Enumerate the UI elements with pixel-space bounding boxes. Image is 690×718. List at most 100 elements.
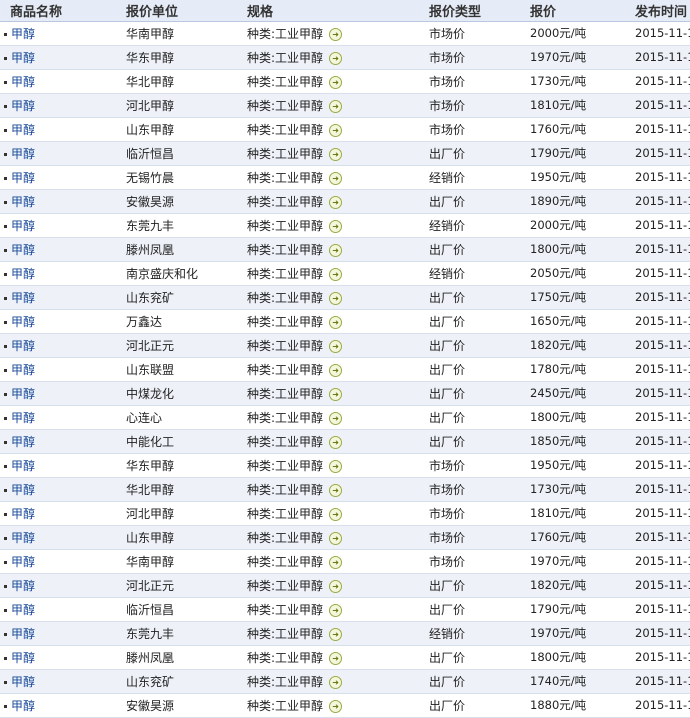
product-link[interactable]: 甲醇 bbox=[11, 483, 35, 497]
product-link[interactable]: 甲醇 bbox=[11, 651, 35, 665]
product-cell: 甲醇 bbox=[0, 381, 118, 406]
price-cell: 1730元/吨 bbox=[525, 69, 631, 94]
header-type: 报价类型 bbox=[419, 0, 525, 22]
product-link[interactable]: 甲醇 bbox=[11, 123, 35, 137]
spec-cell: 种类:工业甲醇 ➜ bbox=[241, 669, 419, 694]
price-cell: 1780元/吨 bbox=[525, 357, 631, 382]
product-link[interactable]: 甲醇 bbox=[11, 555, 35, 569]
spec-cell: 种类:工业甲醇 ➜ bbox=[241, 477, 419, 502]
arrow-right-icon[interactable]: ➜ bbox=[329, 75, 343, 89]
product-link[interactable]: 甲醇 bbox=[11, 315, 35, 329]
product-link[interactable]: 甲醇 bbox=[11, 459, 35, 473]
spec-text: 种类:工业甲醇 bbox=[247, 98, 324, 113]
product-link[interactable]: 甲醇 bbox=[11, 51, 35, 65]
arrow-right-icon[interactable]: ➜ bbox=[329, 363, 343, 377]
product-link[interactable]: 甲醇 bbox=[11, 291, 35, 305]
arrow-right-icon[interactable]: ➜ bbox=[329, 531, 343, 545]
type-cell: 出厂价 bbox=[419, 285, 525, 310]
arrow-right-icon[interactable]: ➜ bbox=[329, 627, 343, 641]
arrow-right-icon[interactable]: ➜ bbox=[329, 27, 343, 41]
product-cell: 甲醇 bbox=[0, 261, 118, 286]
spec-text: 种类:工业甲醇 bbox=[247, 458, 324, 473]
date-cell: 2015-11-12 bbox=[631, 525, 690, 550]
product-link[interactable]: 甲醇 bbox=[11, 147, 35, 161]
type-cell: 出厂价 bbox=[419, 333, 525, 358]
arrow-right-icon[interactable]: ➜ bbox=[329, 195, 343, 209]
arrow-right-icon[interactable]: ➜ bbox=[329, 315, 343, 329]
arrow-right-icon[interactable]: ➜ bbox=[329, 507, 343, 521]
arrow-right-icon[interactable]: ➜ bbox=[329, 51, 343, 65]
bullet-icon bbox=[4, 272, 7, 276]
arrow-right-icon[interactable]: ➜ bbox=[329, 219, 343, 233]
product-link[interactable]: 甲醇 bbox=[11, 411, 35, 425]
arrow-right-icon[interactable]: ➜ bbox=[329, 651, 343, 665]
product-cell: 甲醇 bbox=[0, 549, 118, 574]
unit-cell: 华东甲醇 bbox=[118, 453, 241, 478]
arrow-right-icon[interactable]: ➜ bbox=[329, 387, 343, 401]
date-cell: 2015-11-13 bbox=[631, 93, 690, 118]
arrow-right-icon[interactable]: ➜ bbox=[329, 267, 343, 281]
unit-cell: 东莞九丰 bbox=[118, 621, 241, 646]
type-cell: 经销价 bbox=[419, 621, 525, 646]
product-link[interactable]: 甲醇 bbox=[11, 363, 35, 377]
unit-cell: 心连心 bbox=[118, 405, 241, 430]
product-link[interactable]: 甲醇 bbox=[11, 195, 35, 209]
arrow-right-icon[interactable]: ➜ bbox=[329, 603, 343, 617]
unit-cell: 南京盛庆和化 bbox=[118, 261, 241, 286]
product-link[interactable]: 甲醇 bbox=[11, 219, 35, 233]
spec-text: 种类:工业甲醇 bbox=[247, 506, 324, 521]
arrow-right-icon[interactable]: ➜ bbox=[329, 147, 343, 161]
arrow-right-icon[interactable]: ➜ bbox=[329, 339, 343, 353]
type-cell: 市场价 bbox=[419, 501, 525, 526]
arrow-right-icon[interactable]: ➜ bbox=[329, 675, 343, 689]
arrow-right-icon[interactable]: ➜ bbox=[329, 243, 343, 257]
arrow-right-icon[interactable]: ➜ bbox=[329, 459, 343, 473]
product-link[interactable]: 甲醇 bbox=[11, 675, 35, 689]
bullet-icon bbox=[4, 200, 7, 204]
date-cell: 2015-11-13 bbox=[631, 429, 690, 454]
product-link[interactable]: 甲醇 bbox=[11, 243, 35, 257]
arrow-right-icon[interactable]: ➜ bbox=[329, 435, 343, 449]
product-link[interactable]: 甲醇 bbox=[11, 579, 35, 593]
arrow-right-icon[interactable]: ➜ bbox=[329, 411, 343, 425]
product-link[interactable]: 甲醇 bbox=[11, 27, 35, 41]
price-cell: 1730元/吨 bbox=[525, 477, 631, 502]
product-link[interactable]: 甲醇 bbox=[11, 435, 35, 449]
type-cell: 经销价 bbox=[419, 165, 525, 190]
product-link[interactable]: 甲醇 bbox=[11, 507, 35, 521]
product-link[interactable]: 甲醇 bbox=[11, 699, 35, 713]
price-cell: 1950元/吨 bbox=[525, 165, 631, 190]
arrow-right-icon[interactable]: ➜ bbox=[329, 291, 343, 305]
date-cell: 2015-11-12 bbox=[631, 453, 690, 478]
table-row: 甲醇 河北甲醇种类:工业甲醇 ➜ 市场价1810元/吨2015-11-13 bbox=[0, 93, 690, 118]
spec-cell: 种类:工业甲醇 ➜ bbox=[241, 285, 419, 310]
bullet-icon bbox=[4, 608, 7, 612]
arrow-right-icon[interactable]: ➜ bbox=[329, 579, 343, 593]
product-link[interactable]: 甲醇 bbox=[11, 99, 35, 113]
price-table: 商品名称 报价单位 规格 报价类型 报价 发布时间 甲醇 华南甲醇 种类:工业甲醇 ➜… bbox=[0, 0, 690, 718]
date-cell: 2015-11-13 bbox=[631, 381, 690, 406]
type-cell: 出厂价 bbox=[419, 645, 525, 670]
bullet-icon bbox=[4, 560, 7, 564]
arrow-right-icon[interactable]: ➜ bbox=[329, 171, 343, 185]
price-cell: 1890元/吨 bbox=[525, 189, 631, 214]
arrow-right-icon[interactable]: ➜ bbox=[329, 699, 343, 713]
arrow-right-icon[interactable]: ➜ bbox=[329, 483, 343, 497]
arrow-right-icon[interactable]: ➜ bbox=[329, 99, 343, 113]
spec-cell: 种类:工业甲醇 ➜ bbox=[241, 357, 419, 382]
product-cell: 甲醇 bbox=[0, 693, 118, 718]
product-link[interactable]: 甲醇 bbox=[11, 531, 35, 545]
product-link[interactable]: 甲醇 bbox=[11, 339, 35, 353]
product-link[interactable]: 甲醇 bbox=[11, 387, 35, 401]
product-link[interactable]: 甲醇 bbox=[11, 75, 35, 89]
product-link[interactable]: 甲醇 bbox=[11, 171, 35, 185]
spec-text: 种类:工业甲醇 bbox=[247, 50, 324, 65]
product-link[interactable]: 甲醇 bbox=[11, 627, 35, 641]
arrow-right-icon[interactable]: ➜ bbox=[329, 123, 343, 137]
product-link[interactable]: 甲醇 bbox=[11, 267, 35, 281]
price-cell: 1790元/吨 bbox=[525, 597, 631, 622]
product-cell: 甲醇 bbox=[0, 501, 118, 526]
arrow-right-icon[interactable]: ➜ bbox=[329, 555, 343, 569]
table-row: 甲醇 华南甲醇种类:工业甲醇 ➜ 市场价1970元/吨2015-11-12 bbox=[0, 549, 690, 574]
product-link[interactable]: 甲醇 bbox=[11, 603, 35, 617]
